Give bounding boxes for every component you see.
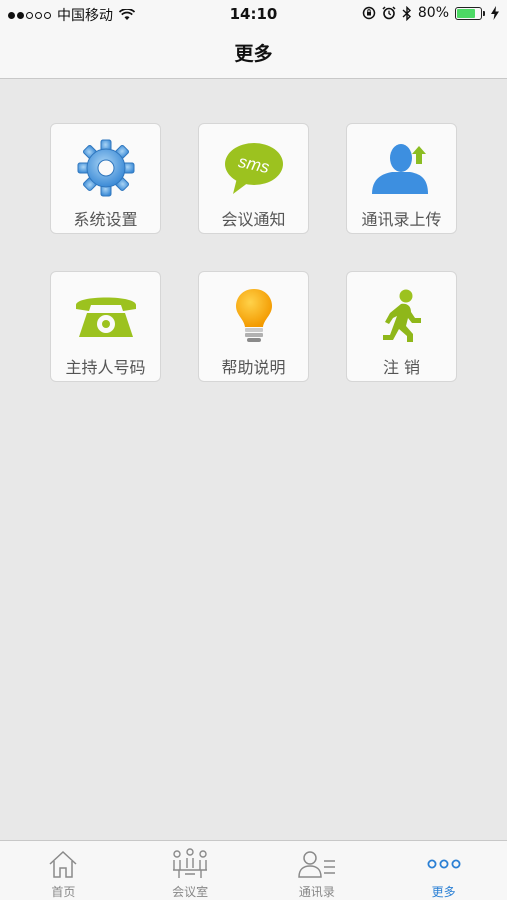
status-bar: 中国移动 14:10 80% bbox=[0, 0, 507, 28]
tile-logout[interactable]: 注 销 bbox=[346, 271, 457, 382]
tile-contacts-upload[interactable]: 通讯录上传 bbox=[346, 123, 457, 234]
alarm-icon bbox=[382, 6, 396, 20]
function-grid: 系统设置 sms 会议通知 通讯录上传 主持人号码 帮助说明 注 销 bbox=[50, 123, 458, 382]
tile-label: 系统设置 bbox=[73, 210, 138, 229]
tile-host-number[interactable]: 主持人号码 bbox=[50, 271, 161, 382]
phone-icon bbox=[75, 297, 136, 337]
gear-icon bbox=[77, 139, 134, 197]
tile-meeting-notice[interactable]: sms 会议通知 bbox=[198, 123, 309, 234]
tile-help[interactable]: 帮助说明 bbox=[198, 271, 309, 382]
lightbulb-icon bbox=[235, 289, 272, 342]
rotation-lock-icon bbox=[362, 6, 376, 20]
running-man-icon bbox=[382, 289, 421, 342]
page-title: 更多 bbox=[234, 43, 273, 65]
tile-label: 主持人号码 bbox=[65, 358, 146, 377]
meeting-room-icon bbox=[173, 848, 208, 878]
battery-percent: 80% bbox=[417, 5, 449, 21]
tile-label: 帮助说明 bbox=[221, 358, 286, 377]
tab-contacts[interactable]: 通讯录 bbox=[254, 841, 381, 900]
tab-label: 会议室 bbox=[172, 885, 209, 899]
tab-label: 通讯录 bbox=[298, 885, 335, 899]
tab-meeting-room[interactable]: 会议室 bbox=[127, 841, 254, 900]
home-icon bbox=[49, 850, 77, 878]
tab-more[interactable]: 更多 bbox=[380, 841, 507, 900]
contacts-icon bbox=[298, 851, 335, 878]
tab-bar: 首页 会议室 通讯录 更多 bbox=[0, 840, 507, 900]
tile-system-settings[interactable]: 系统设置 bbox=[50, 123, 161, 234]
charging-bolt-icon bbox=[491, 6, 499, 20]
tile-label: 注 销 bbox=[382, 358, 421, 377]
tab-home[interactable]: 首页 bbox=[0, 841, 127, 900]
sms-bubble-icon: sms bbox=[224, 143, 283, 194]
tile-label: 通讯录上传 bbox=[361, 210, 442, 229]
contact-upload-icon bbox=[371, 144, 428, 194]
navigation-bar: 更多 bbox=[0, 28, 507, 79]
tab-label: 更多 bbox=[431, 885, 456, 899]
more-dots-icon bbox=[427, 859, 461, 869]
tile-label: 会议通知 bbox=[221, 210, 286, 229]
tab-label: 首页 bbox=[51, 885, 76, 899]
battery-icon bbox=[455, 6, 485, 20]
bluetooth-icon bbox=[402, 5, 411, 21]
status-right: 80% bbox=[362, 5, 499, 21]
